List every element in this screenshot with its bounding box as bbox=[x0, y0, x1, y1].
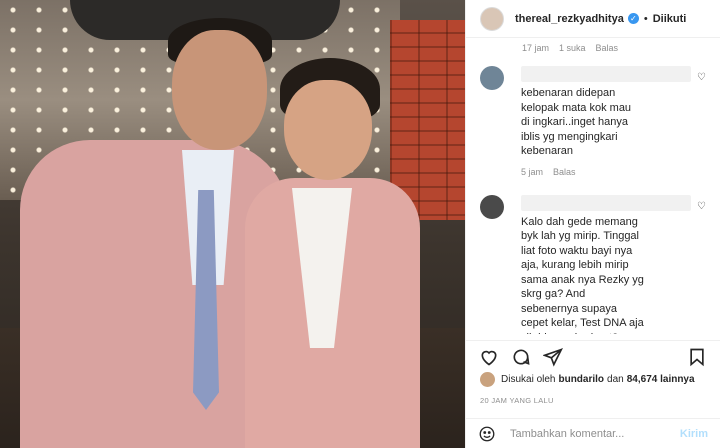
liker-avatar[interactable] bbox=[480, 372, 495, 387]
instagram-post-view: thereal_rezkyadhitya ✓ • Diikuti 17 jam … bbox=[0, 0, 720, 448]
send-button[interactable]: Kirim bbox=[680, 428, 708, 440]
post-photo bbox=[0, 0, 465, 448]
following-button[interactable]: Diikuti bbox=[653, 13, 687, 25]
reply-button[interactable]: Balas bbox=[596, 43, 619, 53]
verified-badge-icon: ✓ bbox=[627, 13, 639, 24]
post-header: thereal_rezkyadhitya ✓ • Diikuti bbox=[466, 0, 720, 38]
comment-heart-icon[interactable]: ♡ bbox=[697, 72, 706, 83]
comments-list[interactable]: 17 jam 1 suka Balas kebenaran didepan ke… bbox=[466, 38, 720, 334]
bookmark-icon[interactable] bbox=[686, 346, 708, 368]
comment-text: kebenaran didepan kelopak mata kok mau d… bbox=[521, 87, 632, 157]
commenter-name-redacted bbox=[521, 194, 691, 211]
comment-heart-icon[interactable]: ♡ bbox=[697, 201, 706, 212]
commenter-avatar[interactable] bbox=[480, 194, 504, 219]
author-avatar[interactable] bbox=[480, 6, 504, 31]
comment-time: 17 jam bbox=[522, 43, 550, 53]
comment-time: 5 jam bbox=[521, 166, 544, 177]
comment-input[interactable]: Tambahkan komentar... bbox=[510, 428, 624, 440]
liker-username[interactable]: bundarilo bbox=[558, 374, 604, 385]
post-timestamp: 20 JAM YANG LALU bbox=[480, 396, 554, 405]
likes-count[interactable]: 84,674 lainnya bbox=[627, 374, 695, 385]
likes-and: dan bbox=[607, 374, 624, 385]
man-face bbox=[172, 30, 267, 150]
heart-icon[interactable] bbox=[478, 346, 500, 368]
comment-icon[interactable] bbox=[510, 346, 532, 368]
author-username[interactable]: thereal_rezkyadhitya bbox=[515, 13, 624, 25]
previous-comment-meta: 17 jam 1 suka Balas bbox=[522, 43, 710, 53]
emoji-icon[interactable] bbox=[478, 425, 496, 443]
reply-button[interactable]: Balas bbox=[553, 167, 576, 177]
comment-composer: Tambahkan komentar... Kirim bbox=[466, 418, 720, 448]
post-actions bbox=[466, 340, 720, 372]
comment-meta: 5 jam Balas bbox=[521, 167, 691, 177]
likes-summary: Disukai oleh bundarilo dan 84,674 lainny… bbox=[480, 372, 710, 387]
commenter-avatar[interactable] bbox=[480, 66, 504, 90]
comment-text: Kalo dah gede memang byk lah yg mirip. T… bbox=[521, 215, 644, 335]
comment-likes[interactable]: 1 suka bbox=[559, 43, 586, 53]
header-separator: • bbox=[643, 12, 648, 25]
post-sidebar: thereal_rezkyadhitya ✓ • Diikuti 17 jam … bbox=[465, 0, 720, 448]
comment-item: Kalo dah gede memang byk lah yg mirip. T… bbox=[480, 194, 710, 335]
comment-item: kebenaran didepan kelopak mata kok mau d… bbox=[480, 66, 710, 177]
likes-prefix: Disukai oleh bbox=[501, 374, 556, 385]
share-icon[interactable] bbox=[542, 346, 564, 368]
commenter-name-redacted bbox=[521, 66, 691, 82]
boy-face bbox=[284, 80, 372, 180]
